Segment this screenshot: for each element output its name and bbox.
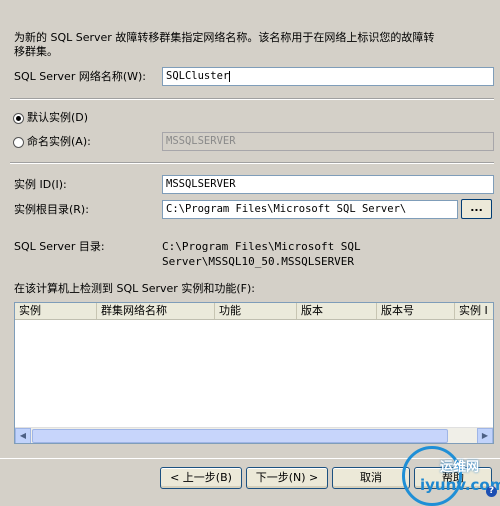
horizontal-scrollbar[interactable]: ◀ ▶ [15, 427, 493, 443]
text-cursor [229, 70, 231, 82]
sql-dir-line-1: C:\Program Files\Microsoft SQL [162, 240, 361, 253]
description-line-2: 移群集。 [14, 45, 58, 58]
named-instance-radio[interactable] [13, 137, 24, 148]
instance-id-input[interactable]: MSSQLSERVER [162, 175, 494, 194]
instance-root-input[interactable]: C:\Program Files\Microsoft SQL Server\ [162, 200, 458, 219]
column-header-cluster-name[interactable]: 群集网络名称 [97, 303, 215, 319]
cancel-button[interactable]: 取消 [332, 467, 410, 489]
instance-root-label: 实例根目录(R): [14, 203, 89, 216]
network-name-label: SQL Server 网络名称(W): [14, 70, 146, 83]
back-button[interactable]: < 上一步(B) [160, 467, 242, 489]
next-button[interactable]: 下一步(N) > [246, 467, 328, 489]
named-instance-input[interactable]: MSSQLSERVER [162, 132, 494, 151]
column-header-version[interactable]: 版本号 [377, 303, 455, 319]
sql-dir-label: SQL Server 目录: [14, 240, 105, 253]
network-name-value: SQLCluster [166, 70, 230, 82]
default-instance-label[interactable]: 默认实例(D) [27, 110, 88, 125]
column-header-instance-id[interactable]: 实例 I [455, 303, 493, 319]
sql-dir-line-2: Server\MSSQL10_50.MSSQLSERVER [162, 255, 355, 268]
column-header-edition[interactable]: 版本 [297, 303, 377, 319]
scroll-left-icon[interactable]: ◀ [15, 428, 31, 443]
instance-id-label: 实例 ID(I): [14, 178, 67, 191]
separator-1 [10, 98, 494, 100]
detected-label: 在该计算机上检测到 SQL Server 实例和功能(F): [14, 282, 255, 295]
named-instance-label[interactable]: 命名实例(A): [27, 134, 91, 149]
list-header: 实例 群集网络名称 功能 版本 版本号 实例 I [15, 303, 493, 320]
scroll-thumb[interactable] [32, 429, 448, 443]
column-header-features[interactable]: 功能 [215, 303, 297, 319]
radio-dot [16, 116, 21, 121]
column-header-instance[interactable]: 实例 [15, 303, 97, 319]
network-name-input[interactable]: SQLCluster [162, 67, 494, 86]
detected-instances-list[interactable]: 实例 群集网络名称 功能 版本 版本号 实例 I ◀ ▶ [14, 302, 494, 444]
default-instance-radio[interactable] [13, 113, 24, 124]
help-icon[interactable]: ? [486, 486, 497, 497]
separator-2 [10, 162, 494, 164]
watermark-cn-text: 运维网 [440, 460, 480, 475]
browse-button[interactable]: ... [461, 199, 492, 219]
scroll-right-icon[interactable]: ▶ [477, 428, 493, 443]
description-line-1: 为新的 SQL Server 故障转移群集指定网络名称。该名称用于在网络上标识您… [14, 31, 435, 44]
